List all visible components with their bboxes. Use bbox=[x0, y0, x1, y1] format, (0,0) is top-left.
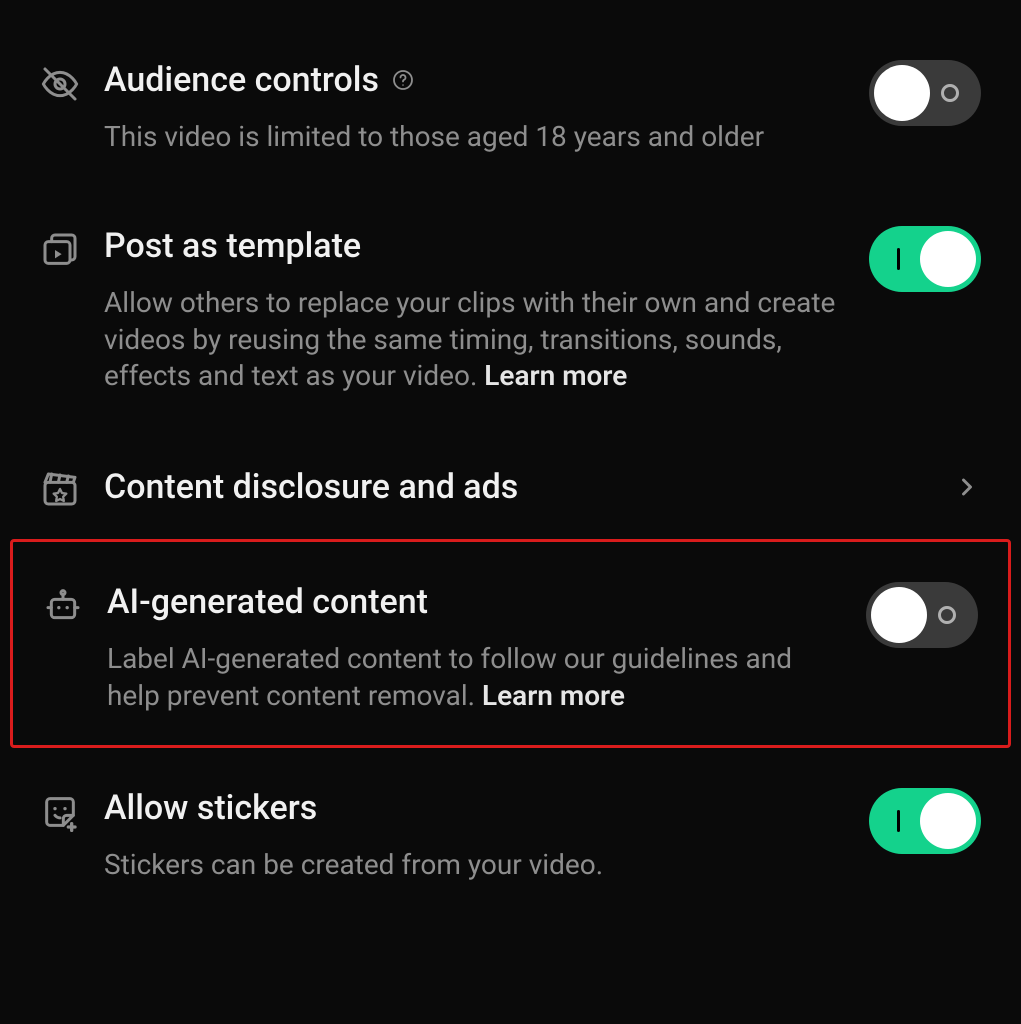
sticker-icon bbox=[40, 788, 84, 832]
setting-title: Post as template bbox=[104, 226, 361, 267]
setting-audience-controls: Audience controls This video is limited … bbox=[10, 40, 1011, 206]
setting-title: Allow stickers bbox=[104, 788, 317, 829]
setting-description: This video is limited to those aged 18 y… bbox=[104, 119, 849, 156]
setting-description: Allow others to replace your clips with … bbox=[104, 285, 849, 396]
setting-title: Audience controls bbox=[104, 60, 379, 101]
setting-ai-generated-content: AI-generated content Label AI-generated … bbox=[10, 539, 1011, 748]
ai-content-toggle[interactable] bbox=[866, 582, 978, 648]
setting-post-as-template: Post as template Allow others to replace… bbox=[10, 206, 1011, 446]
setting-description: Label AI-generated content to follow our… bbox=[107, 641, 846, 715]
help-icon[interactable] bbox=[391, 68, 415, 92]
setting-title: AI-generated content bbox=[107, 582, 428, 623]
setting-allow-stickers: Allow stickers Stickers can be created f… bbox=[10, 768, 1011, 934]
template-icon bbox=[40, 226, 84, 270]
template-toggle[interactable] bbox=[869, 226, 981, 292]
setting-description: Stickers can be created from your video. bbox=[104, 847, 849, 884]
setting-title: Content disclosure and ads bbox=[104, 467, 518, 508]
settings-list: Audience controls This video is limited … bbox=[0, 0, 1021, 934]
setting-content-disclosure[interactable]: Content disclosure and ads bbox=[10, 445, 1011, 539]
stickers-toggle[interactable] bbox=[869, 788, 981, 854]
learn-more-link[interactable]: Learn more bbox=[482, 679, 625, 712]
eye-off-icon bbox=[40, 60, 84, 104]
audience-toggle[interactable] bbox=[869, 60, 981, 126]
learn-more-link[interactable]: Learn more bbox=[484, 359, 627, 392]
chevron-right-icon bbox=[953, 473, 981, 501]
robot-icon bbox=[43, 582, 87, 626]
clapperboard-icon bbox=[40, 465, 84, 509]
